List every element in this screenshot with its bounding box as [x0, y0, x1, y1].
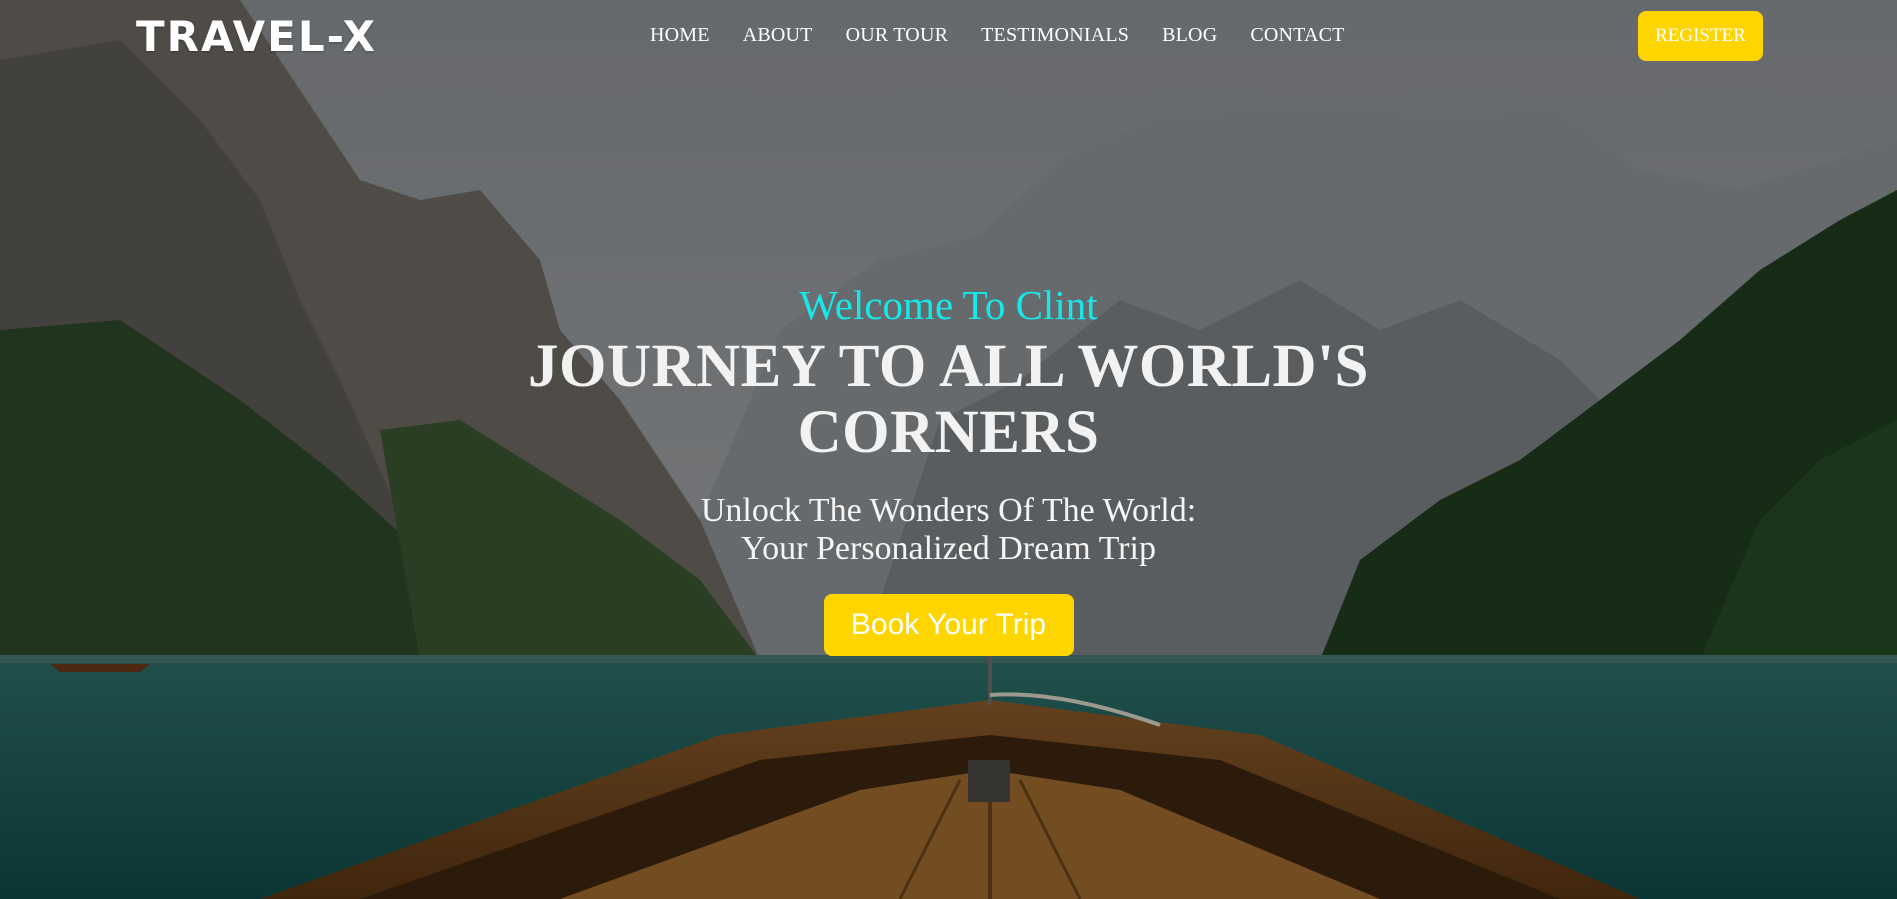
hero-content: Welcome To Clint JOURNEY TO ALL WORLD'S … — [0, 280, 1897, 656]
nav-item-testimonials[interactable]: TESTIMONIALS — [981, 24, 1129, 47]
main-nav: HOME ABOUT OUR TOUR TESTIMONIALS BLOG CO… — [650, 24, 1345, 47]
nav-item-home[interactable]: HOME — [650, 24, 710, 47]
hero-subtitle: Unlock The Wonders Of The World: Your Pe… — [0, 492, 1897, 568]
subtitle-line-1: Unlock The Wonders Of The World: — [700, 492, 1197, 529]
book-trip-button[interactable]: Book Your Trip — [823, 594, 1074, 656]
register-button[interactable]: REGISTER — [1638, 11, 1763, 61]
welcome-text: Welcome To Clint — [799, 282, 1098, 328]
nav-item-blog[interactable]: BLOG — [1162, 24, 1217, 47]
nav-item-contact[interactable]: CONTACT — [1250, 24, 1344, 47]
site-logo[interactable]: TRAVEL-X — [136, 12, 377, 61]
headline-line-1: JOURNEY TO ALL WORLD'S — [528, 333, 1369, 400]
subtitle-line-2: Your Personalized Dream Trip — [741, 530, 1156, 567]
nav-item-our-tour[interactable]: OUR TOUR — [846, 24, 949, 47]
nav-item-about[interactable]: ABOUT — [743, 24, 813, 47]
headline-line-2: CORNERS — [797, 399, 1100, 466]
hero-headline: JOURNEY TO ALL WORLD'S CORNERS — [0, 334, 1897, 466]
